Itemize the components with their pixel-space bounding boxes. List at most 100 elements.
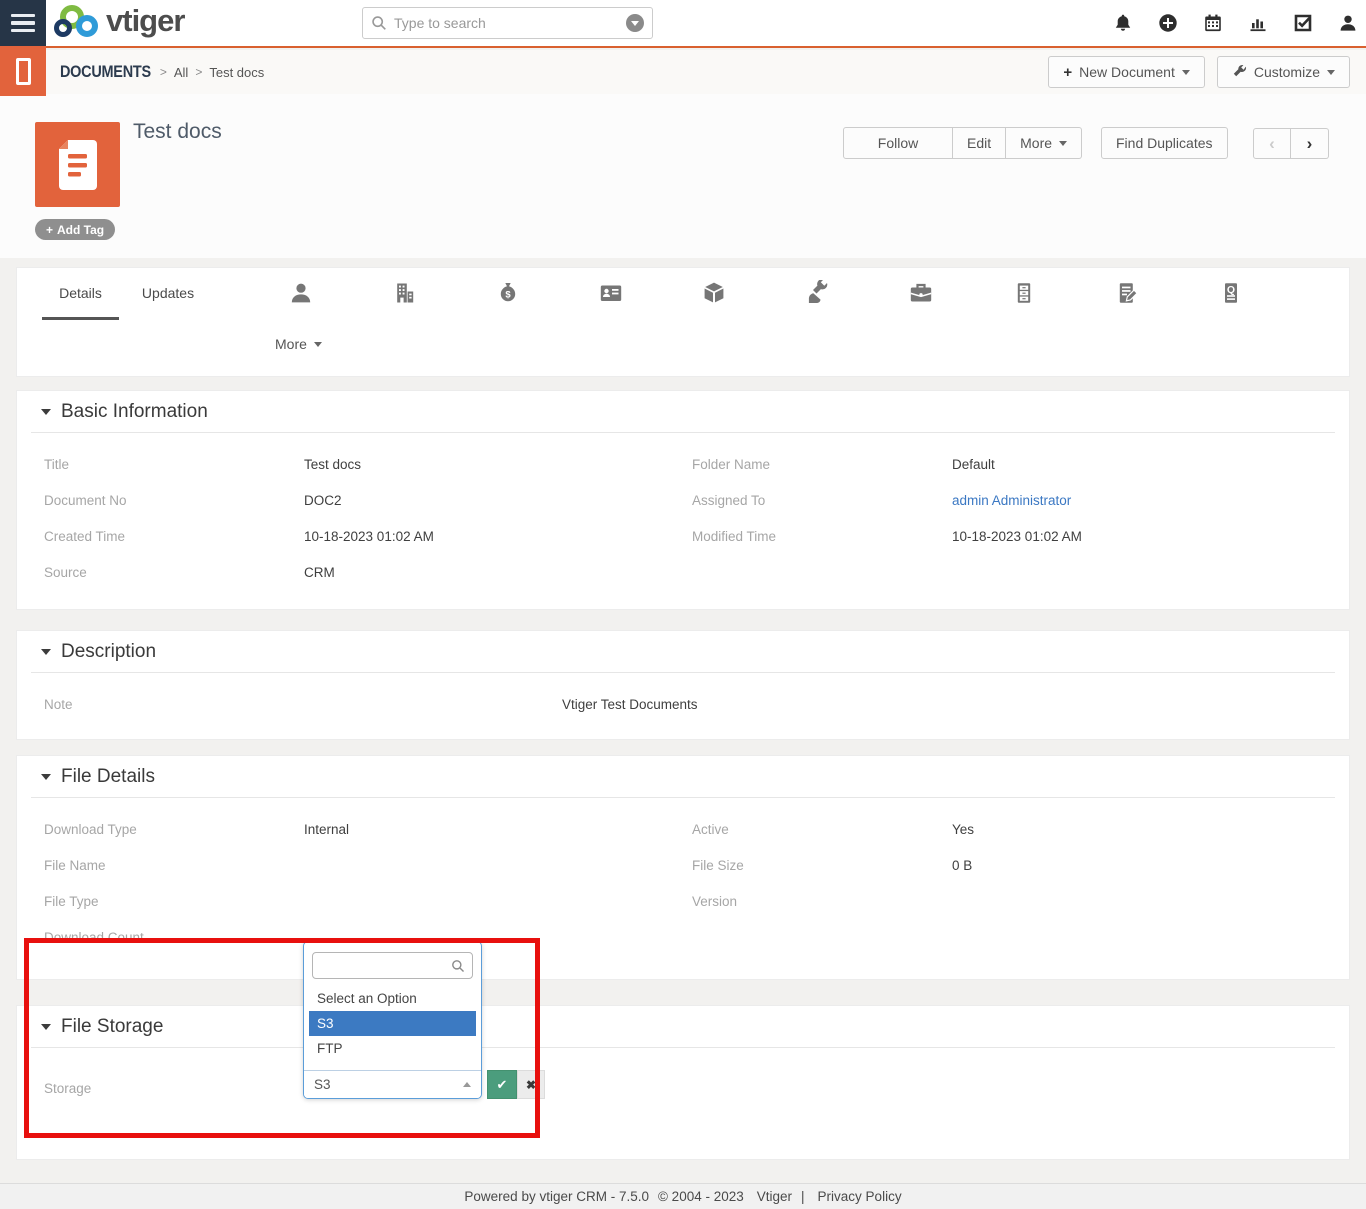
quick-create-plus-icon[interactable] <box>1158 13 1178 33</box>
tab-more[interactable]: More <box>275 336 322 352</box>
dropdown-options: Select an Option S3 FTP <box>304 986 481 1061</box>
field-row: File Type Version <box>17 883 1349 919</box>
breadcrumb-item-all[interactable]: All <box>174 65 188 80</box>
tab-leads-contact-card-icon[interactable] <box>598 280 624 306</box>
tab-projects-briefcase-icon[interactable] <box>908 280 934 306</box>
customize-label: Customize <box>1254 64 1320 80</box>
field-row: Title Test docs Folder Name Default <box>17 446 1349 482</box>
tab-deals-money-bag-icon[interactable]: $ <box>495 280 521 306</box>
chevron-left-icon: ‹ <box>1269 134 1275 154</box>
tab-contacts-person-icon[interactable] <box>288 280 314 306</box>
file-storage-section: File Storage Storage <box>16 1005 1350 1160</box>
section-header[interactable]: Basic Information <box>31 391 1335 433</box>
footer-brand: Vtiger <box>757 1189 792 1204</box>
breadcrumb-separator: > <box>195 65 202 79</box>
documents-module-icon[interactable] <box>0 46 46 96</box>
new-document-label: New Document <box>1079 64 1175 80</box>
footer-divider: | <box>801 1189 805 1204</box>
section-title: Basic Information <box>61 401 208 423</box>
follow-button[interactable]: Follow <box>843 127 953 159</box>
reports-bar-chart-icon[interactable] <box>1248 13 1268 33</box>
chevron-down-icon <box>1182 70 1190 75</box>
collapse-caret-icon <box>41 774 51 780</box>
tab-details[interactable]: Details <box>42 268 119 319</box>
record-avatar-document-icon <box>35 122 120 207</box>
dropdown-option-s3[interactable]: S3 <box>309 1011 476 1036</box>
section-header[interactable]: Description <box>31 631 1335 673</box>
previous-record-button[interactable]: ‹ <box>1253 128 1291 159</box>
cancel-edit-button[interactable]: ✖ <box>517 1070 545 1099</box>
dropdown-option-ftp[interactable]: FTP <box>309 1036 476 1061</box>
dropdown-search-box[interactable] <box>312 952 473 979</box>
section-title: File Storage <box>61 1016 163 1038</box>
storage-select[interactable]: S3 <box>304 1070 481 1098</box>
close-icon: ✖ <box>526 1078 536 1092</box>
add-tag-button[interactable]: + Add Tag <box>35 219 115 240</box>
tasks-check-square-icon[interactable] <box>1293 13 1313 33</box>
assigned-to-link[interactable]: admin Administrator <box>952 493 1349 508</box>
svg-text:$: $ <box>505 289 511 300</box>
chevron-down-icon <box>314 342 322 347</box>
chevron-down-icon <box>1327 70 1335 75</box>
storage-selected-value: S3 <box>314 1077 331 1092</box>
find-duplicates-button[interactable]: Find Duplicates <box>1101 127 1228 159</box>
description-section: Description Note Vtiger Test Documents <box>16 630 1350 740</box>
record-action-group: Follow Edit More <box>843 127 1082 159</box>
breadcrumb-actions: + New Document Customize <box>1048 56 1350 88</box>
record-tabs-panel: Details Updates $ Q More <box>16 267 1350 377</box>
footer-copyright: © 2004 - 2023 <box>658 1189 744 1204</box>
section-title: Description <box>61 641 156 663</box>
footer: Powered by vtiger CRM - 7.5.0 © 2004 - 2… <box>0 1183 1366 1209</box>
breadcrumb-separator: > <box>160 65 167 79</box>
tab-products-box-icon[interactable] <box>701 280 727 306</box>
record-header: Test docs + Add Tag Follow Edit More Fin… <box>0 94 1366 258</box>
field-row: Created Time 10-18-2023 01:02 AM Modifie… <box>17 518 1349 554</box>
user-profile-icon[interactable] <box>1338 13 1358 33</box>
plus-icon: + <box>46 223 53 237</box>
logo-cloud-ring-blue <box>76 15 98 37</box>
breadcrumb-item-record[interactable]: Test docs <box>209 65 264 80</box>
tab-updates[interactable]: Updates <box>135 268 201 319</box>
edit-button[interactable]: Edit <box>953 127 1006 159</box>
next-record-button[interactable]: › <box>1291 128 1329 159</box>
privacy-policy-link[interactable]: Privacy Policy <box>818 1189 902 1204</box>
search-input[interactable] <box>394 15 619 31</box>
hamburger-menu-button[interactable] <box>0 0 46 46</box>
calendar-icon[interactable] <box>1203 13 1223 33</box>
confirm-save-button[interactable]: ✔ <box>487 1070 517 1099</box>
field-row: Note Vtiger Test Documents <box>17 686 1349 722</box>
collapse-caret-icon <box>41 1024 51 1030</box>
customize-button[interactable]: Customize <box>1217 56 1350 88</box>
global-search[interactable] <box>362 7 653 39</box>
section-header[interactable]: File Storage <box>31 1006 1335 1048</box>
breadcrumb-module[interactable]: DOCUMENTS <box>60 62 151 82</box>
field-row: Document No DOC2 Assigned To admin Admin… <box>17 482 1349 518</box>
svg-text:Q: Q <box>1227 284 1235 296</box>
more-actions-button[interactable]: More <box>1006 127 1082 159</box>
plus-icon: + <box>1063 64 1072 81</box>
tab-assets-cabinet-icon[interactable] <box>1011 280 1037 306</box>
notifications-bell-icon[interactable] <box>1113 13 1133 33</box>
dropdown-option-prompt[interactable]: Select an Option <box>309 986 476 1011</box>
dropdown-search-input[interactable] <box>320 958 451 973</box>
new-document-button[interactable]: + New Document <box>1048 56 1204 88</box>
topbar-actions <box>1113 0 1358 46</box>
field-row: Download Count <box>17 919 1349 955</box>
vtiger-logo[interactable]: vtiger <box>54 0 224 46</box>
chevron-down-icon <box>1059 141 1067 146</box>
search-scope-toggle[interactable] <box>626 14 644 32</box>
search-icon <box>451 959 465 973</box>
tab-notes-document-edit-icon[interactable] <box>1114 280 1140 306</box>
chevron-up-icon <box>463 1082 471 1087</box>
chevron-right-icon: › <box>1307 134 1313 154</box>
tab-services-tool-icon[interactable] <box>805 280 831 306</box>
topbar: vtiger <box>0 0 1366 48</box>
basic-information-section: Basic Information Title Test docs Folder… <box>16 390 1350 610</box>
wrench-icon <box>1232 65 1247 80</box>
section-header[interactable]: File Details <box>31 756 1335 798</box>
footer-powered-by: Powered by vtiger CRM - 7.5.0 <box>464 1189 649 1204</box>
search-icon <box>371 15 387 31</box>
field-row: File Name File Size 0 B <box>17 847 1349 883</box>
tab-quotes-document-icon[interactable]: Q <box>1218 280 1244 306</box>
tab-organizations-building-icon[interactable] <box>391 280 417 306</box>
